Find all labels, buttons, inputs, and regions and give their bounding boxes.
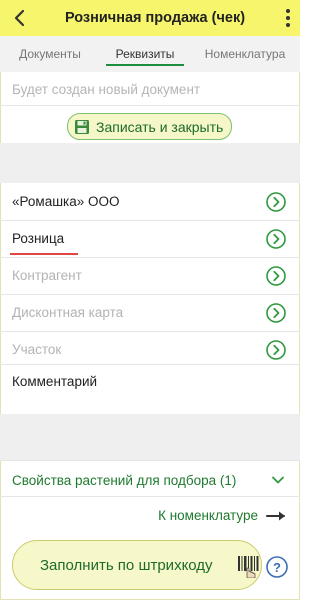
section-separator — [0, 143, 300, 183]
section-field[interactable]: Участок — [0, 332, 300, 368]
arrow-right-icon[interactable] — [266, 509, 288, 523]
comment-field[interactable]: Комментарий — [0, 364, 300, 414]
save-and-close-button[interactable]: Записать и закрыть — [67, 113, 232, 140]
counterparty-placeholder: Контрагент — [12, 268, 82, 283]
back-button[interactable] — [0, 0, 40, 36]
divider — [0, 460, 300, 461]
price-type-field[interactable]: Розница — [0, 221, 300, 257]
comment-label: Комментарий — [12, 374, 98, 389]
chevron-left-icon — [14, 9, 25, 27]
tab-bar: Документы Реквизиты Номенклатура — [0, 36, 300, 72]
discount-card-placeholder: Дисконтная карта — [12, 305, 124, 320]
organization-value: «Ромашка» ООО — [12, 194, 120, 209]
to-nomenclature-link[interactable]: К номенклатуре — [158, 508, 258, 523]
field-error-underline — [10, 253, 78, 255]
plant-properties-toggle[interactable]: Свойства растений для подбора (1) — [12, 473, 236, 488]
more-menu-button[interactable] — [276, 0, 300, 36]
chevron-down-icon[interactable] — [270, 472, 286, 488]
counterparty-field[interactable]: Контрагент — [0, 258, 300, 294]
chevron-right-circle-icon[interactable] — [266, 340, 286, 360]
section-placeholder: Участок — [12, 342, 62, 357]
help-label: ? — [273, 560, 281, 575]
page-title: Розничная продажа (чек) — [64, 10, 246, 26]
barcode-icon — [238, 556, 259, 578]
tab-nomenclature[interactable]: Номенклатура — [190, 36, 300, 72]
chevron-right-circle-icon[interactable] — [266, 192, 286, 212]
discount-card-field[interactable]: Дисконтная карта — [0, 295, 300, 331]
app-header: Розничная продажа (чек) — [0, 0, 300, 36]
save-and-close-label: Записать и закрыть — [96, 118, 224, 135]
tab-requisites[interactable]: Реквизиты — [100, 36, 190, 72]
organization-field[interactable]: «Ромашка» ООО — [0, 184, 300, 220]
fill-by-barcode-label: Заполнить по штрихкоду — [40, 556, 213, 574]
more-vertical-icon — [286, 9, 290, 13]
tab-documents[interactable]: Документы — [0, 36, 100, 72]
floppy-disk-icon — [75, 119, 89, 134]
help-circle-icon[interactable]: ? — [266, 556, 288, 578]
fill-by-barcode-button[interactable]: Заполнить по штрихкоду — [12, 540, 262, 590]
divider — [0, 105, 300, 106]
chevron-right-circle-icon[interactable] — [266, 303, 286, 323]
divider — [0, 496, 300, 497]
section-separator — [0, 414, 300, 460]
price-type-value: Розница — [12, 231, 65, 246]
new-document-field[interactable]: Будет создан новый документ — [12, 82, 200, 97]
chevron-right-circle-icon[interactable] — [266, 266, 286, 286]
chevron-right-circle-icon[interactable] — [266, 229, 286, 249]
